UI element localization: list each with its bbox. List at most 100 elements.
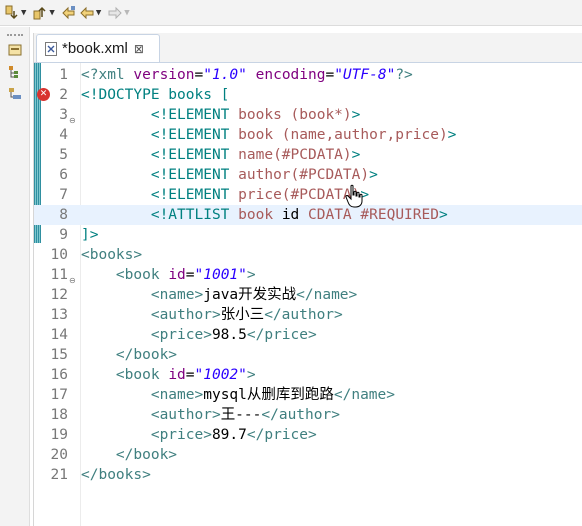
- line-number: 4: [59, 127, 68, 143]
- code-text: <price>98.5</price>: [81, 325, 317, 345]
- code-token: id: [168, 267, 186, 283]
- code-line[interactable]: 7 <!ELEMENT price(#PCDATA)>: [34, 185, 582, 205]
- line-number: 2: [59, 87, 68, 103]
- tab-book-xml[interactable]: *book.xml ⊠: [36, 34, 160, 62]
- chevron-down-icon[interactable]: ▼: [49, 8, 54, 18]
- code-token: </book>: [115, 447, 178, 463]
- code-token: >: [369, 167, 378, 183]
- line-number: 7: [59, 187, 68, 203]
- code-token: =: [194, 67, 204, 83]
- code-line[interactable]: 18 <author>王---</author>: [34, 405, 582, 425]
- error-marker-icon[interactable]: ✕: [37, 88, 50, 101]
- code-text: <books>: [81, 245, 142, 265]
- line-number: 21: [50, 467, 68, 483]
- code-line[interactable]: 20 </book>: [34, 445, 582, 465]
- code-token: <!ELEMENT: [150, 187, 239, 203]
- previous-annotation-icon[interactable]: [32, 3, 48, 23]
- code-token: 98.5: [211, 327, 247, 343]
- code-token: </price>: [246, 427, 317, 443]
- code-line[interactable]: 8 <!ATTLIST book id CDATA #REQUIRED>: [34, 205, 582, 225]
- code-line[interactable]: 21 </books>: [34, 465, 582, 485]
- code-line[interactable]: 14 <price>98.5</price>: [34, 325, 582, 345]
- line-number: 19: [50, 427, 68, 443]
- code-line[interactable]: 16 <book id="1002">: [34, 365, 582, 385]
- type-hierarchy-icon[interactable]: [7, 64, 23, 80]
- code-token: <!ATTLIST: [150, 207, 239, 223]
- xml-editor: *book.xml ⊠ 1 <?xml version="1.0" encodin…: [33, 33, 582, 526]
- line-number: 20: [50, 447, 68, 463]
- code-token: 张小三: [220, 307, 265, 323]
- line-number: 5: [59, 147, 68, 163]
- code-line[interactable]: 15 </book>: [34, 345, 582, 365]
- code-text: <book id="1001">: [81, 265, 256, 285]
- code-line[interactable]: 19 <price>89.7</price>: [34, 425, 582, 445]
- code-text: <!ELEMENT name(#PCDATA)>: [81, 145, 361, 165]
- code-token: </price>: [246, 327, 317, 343]
- code-token: author(#PCDATA): [238, 167, 370, 183]
- code-line[interactable]: 4 <!ELEMENT book (name,author,price)>: [34, 125, 582, 145]
- code-token: book (name,author,price): [238, 127, 448, 143]
- chevron-down-icon[interactable]: ▼: [96, 8, 101, 18]
- code-token: 王---: [220, 407, 262, 423]
- back-arrow-icon[interactable]: [79, 3, 95, 23]
- code-token: >: [447, 127, 457, 143]
- code-text: <author>张小三</author>: [81, 305, 343, 325]
- code-token: <books>: [81, 247, 143, 263]
- code-line[interactable]: 17 <name>mysql从删库到跑路</name>: [34, 385, 582, 405]
- line-number: 1: [59, 67, 68, 83]
- code-text: <!DOCTYPE books [: [81, 85, 229, 105]
- code-token: books (book*): [238, 107, 352, 123]
- code-text: <name>java开发实战</name>: [81, 285, 357, 305]
- code-token: ]>: [81, 227, 99, 243]
- last-edit-location-icon[interactable]: [61, 3, 77, 23]
- code-line[interactable]: 3 ⊖ <!ELEMENT books (book*)>: [34, 105, 582, 125]
- code-line[interactable]: 10 <books>: [34, 245, 582, 265]
- code-token: <book: [115, 367, 169, 383]
- code-line[interactable]: 9]>: [34, 225, 582, 245]
- code-line[interactable]: 13 <author>张小三</author>: [34, 305, 582, 325]
- line-number: 6: [59, 167, 68, 183]
- code-area[interactable]: 1 <?xml version="1.0" encoding="UTF-8"?> 2…: [34, 63, 582, 526]
- code-token: name(#PCDATA): [238, 147, 352, 163]
- code-token: >: [351, 107, 361, 123]
- code-line[interactable]: 1 <?xml version="1.0" encoding="UTF-8"?>: [34, 65, 582, 85]
- close-icon[interactable]: ⊠: [134, 42, 144, 56]
- chevron-down-icon[interactable]: ▼: [21, 8, 26, 18]
- code-token: ?>: [395, 67, 413, 83]
- line-number: 15: [50, 347, 68, 363]
- code-token: </author>: [261, 407, 340, 423]
- code-token: </name>: [333, 387, 395, 403]
- next-annotation-icon[interactable]: [4, 3, 20, 23]
- editor-tab-bar: *book.xml ⊠: [34, 33, 582, 63]
- side-trim-bar: [0, 27, 30, 526]
- forward-arrow-icon[interactable]: [107, 3, 123, 23]
- code-line[interactable]: 12 <name>java开发实战</name>: [34, 285, 582, 305]
- line-number: 18: [50, 407, 68, 423]
- code-token: <book: [115, 267, 169, 283]
- code-text: <name>mysql从删库到跑路</name>: [81, 385, 395, 405]
- code-token: <name>: [150, 387, 204, 403]
- code-line[interactable]: 5 <!ELEMENT name(#PCDATA)>: [34, 145, 582, 165]
- line-number: 8: [59, 207, 68, 223]
- package-explorer-icon[interactable]: [7, 42, 23, 58]
- code-line[interactable]: 2 ✕ <!DOCTYPE books [: [34, 85, 582, 105]
- code-line[interactable]: 6 <!ELEMENT author(#PCDATA)>: [34, 165, 582, 185]
- code-token: book: [238, 207, 282, 223]
- code-token: </books>: [81, 467, 151, 483]
- drag-handle[interactable]: [6, 34, 23, 36]
- chevron-down-icon[interactable]: ▼: [124, 8, 129, 18]
- outline-icon[interactable]: [7, 86, 23, 102]
- hand-cursor-icon: [345, 184, 363, 208]
- code-token: version: [133, 67, 195, 83]
- code-token: >: [246, 367, 256, 383]
- code-token: <?xml: [81, 67, 134, 83]
- code-token: id: [168, 367, 186, 383]
- xml-file-icon: [45, 41, 57, 56]
- code-token: </book>: [115, 347, 178, 363]
- code-token: <price>: [150, 427, 212, 443]
- code-line[interactable]: 11 ⊖ <book id="1001">: [34, 265, 582, 285]
